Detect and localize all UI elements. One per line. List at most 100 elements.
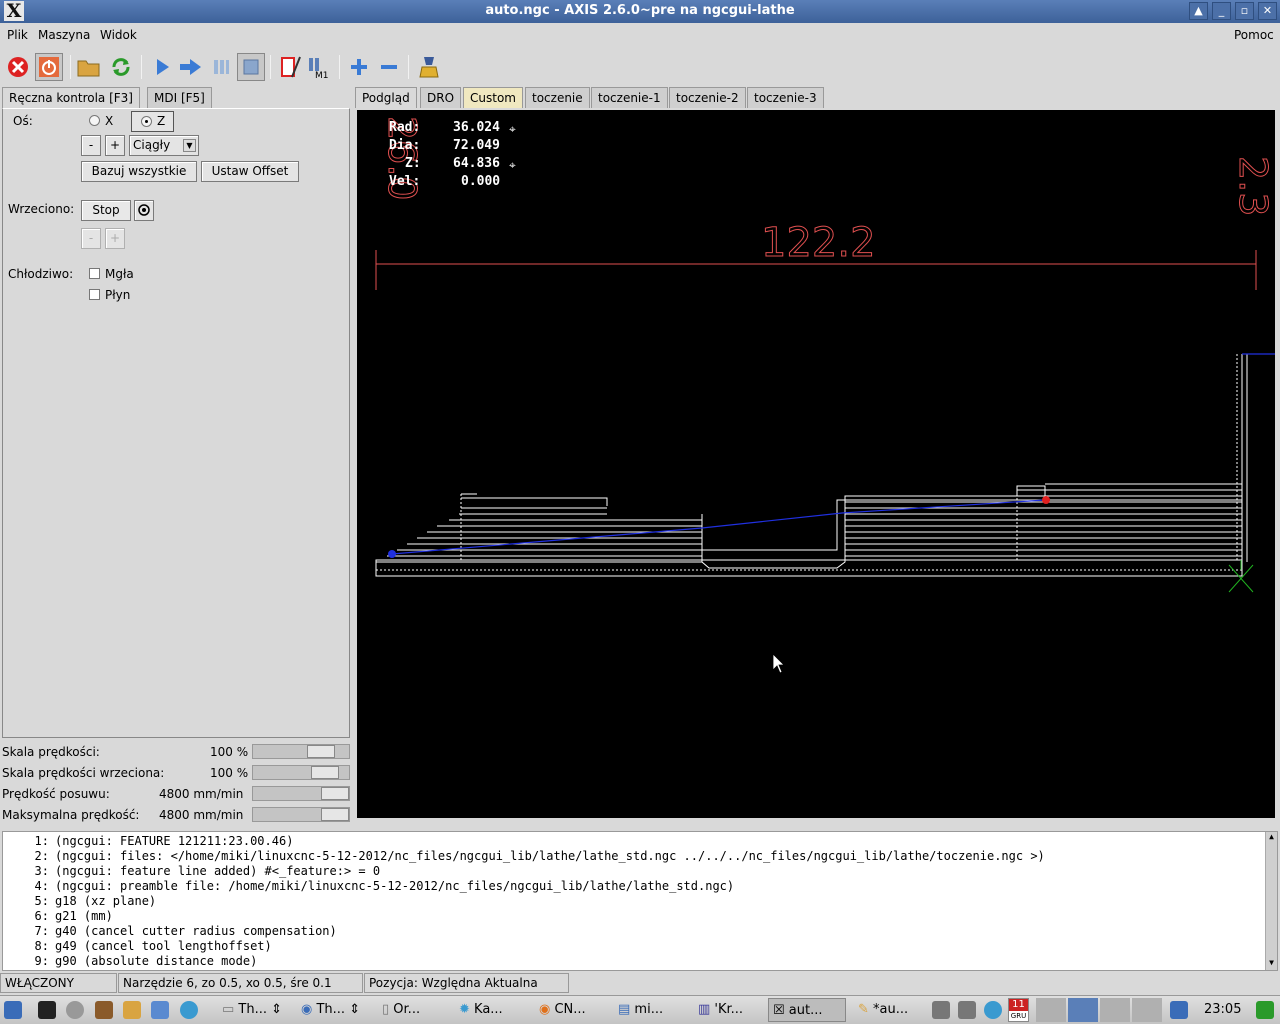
maximize-icon[interactable]: ▫ xyxy=(1235,2,1254,20)
task-button[interactable]: ▥ 'Kr... xyxy=(694,998,747,1022)
menu-view[interactable]: Widok xyxy=(100,28,137,42)
listing-line[interactable]: 7: g40 (cancel cutter radius compensation… xyxy=(3,924,337,939)
open-file-icon[interactable] xyxy=(75,53,103,81)
toolpath-canvas[interactable]: 122.2 26.0 2.3 xyxy=(357,110,1275,818)
shade-up-icon[interactable]: ▲ xyxy=(1189,2,1208,20)
max-velocity-slider[interactable] xyxy=(252,807,350,822)
spindle-faster-button[interactable]: + xyxy=(105,228,125,249)
zoom-in-icon[interactable] xyxy=(345,53,373,81)
feed-override-slider[interactable] xyxy=(252,744,350,759)
listing-line[interactable]: 6: g21 (mm) xyxy=(3,909,113,924)
window-titlebar[interactable]: X auto.ngc - AXIS 2.6.0~pre na ngcgui-la… xyxy=(0,0,1280,23)
tab-dro[interactable]: DRO xyxy=(420,87,462,108)
start-menu-icon[interactable] xyxy=(4,1001,22,1019)
home-all-button[interactable]: Bazuj wszystkie xyxy=(81,161,197,182)
task-button-active[interactable]: ☒ aut... xyxy=(768,998,846,1022)
jog-mode-select[interactable]: Ciągły ▼ xyxy=(129,135,199,156)
gcode-listing[interactable]: 1: (ngcgui: FEATURE 121211:23.00.46) 2: (n… xyxy=(2,831,1278,971)
menu-help[interactable]: Pomoc xyxy=(1234,28,1274,42)
optional-stop-icon[interactable]: M1 xyxy=(305,53,333,81)
network-icon[interactable] xyxy=(932,1001,950,1019)
jog-minus-button[interactable]: - xyxy=(81,135,101,156)
workspace-1[interactable] xyxy=(1036,998,1066,1022)
terminal-icon[interactable] xyxy=(38,1001,56,1019)
tools-icon[interactable] xyxy=(95,1001,113,1019)
flood-checkbox[interactable] xyxy=(89,289,100,300)
tab-preview[interactable]: Podgląd xyxy=(355,87,417,109)
flood-label[interactable]: Płyn xyxy=(105,288,130,302)
task-button[interactable]: ◉ CN... xyxy=(535,998,590,1022)
tab-mdi[interactable]: MDI [F5] xyxy=(147,87,212,108)
spindle-slower-button[interactable]: - xyxy=(81,228,101,249)
set-offset-button[interactable]: Ustaw Offset xyxy=(201,161,299,182)
tab-toczenie-3[interactable]: toczenie-3 xyxy=(747,87,824,108)
spindle-stop-button[interactable]: Stop xyxy=(81,200,131,221)
listing-line[interactable]: 2: (ngcgui: files: </home/miki/linuxcnc-5… xyxy=(3,849,1045,864)
estop-icon[interactable] xyxy=(4,53,32,81)
toolpath-preview[interactable]: 122.2 26.0 2.3 Rad: 36.024 Dia: 72.049 Z… xyxy=(355,108,1277,820)
minimize-icon[interactable]: _ xyxy=(1212,2,1231,20)
zoom-out-icon[interactable] xyxy=(375,53,403,81)
listing-line[interactable]: 1: (ngcgui: FEATURE 121211:23.00.46) xyxy=(3,834,294,849)
slider-thumb[interactable] xyxy=(311,766,339,779)
task-button[interactable]: ✎ *au... xyxy=(854,998,912,1022)
logout-icon[interactable] xyxy=(1256,1001,1274,1019)
listing-line[interactable]: 3: (ngcgui: feature line added) #<_featur… xyxy=(3,864,381,879)
mist-checkbox[interactable] xyxy=(89,268,100,279)
workspace-3[interactable] xyxy=(1100,998,1130,1022)
menu-file[interactable]: Plik xyxy=(7,28,28,42)
axis-x-radio[interactable] xyxy=(89,115,100,126)
slider-thumb[interactable] xyxy=(321,808,349,821)
task-button[interactable]: ▯ Or... xyxy=(378,998,424,1022)
listing-scrollbar[interactable]: ▲ ▼ xyxy=(1265,832,1277,970)
tab-manual-control[interactable]: Ręczna kontrola [F3] xyxy=(2,87,140,109)
clear-backplot-icon[interactable] xyxy=(416,53,444,81)
calendar-icon[interactable]: 11 GRU xyxy=(1008,998,1029,1022)
scroll-up-icon[interactable]: ▲ xyxy=(1266,832,1277,844)
cnc-icon[interactable] xyxy=(123,1001,141,1019)
spindle-brake-button[interactable] xyxy=(134,200,154,221)
listing-line[interactable]: 4: (ngcgui: preamble file: /home/miki/lin… xyxy=(3,879,735,894)
volume-icon[interactable] xyxy=(958,1001,976,1019)
stop-program-icon[interactable] xyxy=(237,53,265,81)
slider-thumb[interactable] xyxy=(321,787,349,800)
tab-custom[interactable]: Custom xyxy=(463,87,523,108)
pause-icon[interactable] xyxy=(207,53,235,81)
tab-toczenie-1[interactable]: toczenie-1 xyxy=(591,87,668,108)
reload-icon[interactable] xyxy=(107,53,135,81)
chart-icon[interactable] xyxy=(151,1001,169,1019)
mist-label[interactable]: Mgła xyxy=(105,267,134,281)
settings-icon[interactable] xyxy=(66,1001,84,1019)
axis-z-label[interactable]: Z xyxy=(157,114,165,128)
workspace-4[interactable] xyxy=(1132,998,1162,1022)
jog-plus-button[interactable]: + xyxy=(105,135,125,156)
axis-z-radio[interactable] xyxy=(141,116,152,127)
tab-toczenie[interactable]: toczenie xyxy=(525,87,590,108)
axis-x-label[interactable]: X xyxy=(105,114,113,128)
listing-line[interactable]: 8: g49 (cancel tool lengthoffset) xyxy=(3,939,272,954)
dropdown-arrow-icon[interactable]: ▼ xyxy=(183,139,196,152)
tray-app-icon[interactable] xyxy=(1170,1001,1188,1019)
step-icon[interactable] xyxy=(177,53,205,81)
scroll-down-icon[interactable]: ▼ xyxy=(1266,958,1277,970)
spindle-override-slider[interactable] xyxy=(252,765,350,780)
listing-line[interactable]: 9: g90 (absolute distance mode) xyxy=(3,954,258,969)
slider-thumb[interactable] xyxy=(307,745,335,758)
axis-z-option[interactable]: Z xyxy=(131,111,174,132)
jog-speed-slider[interactable] xyxy=(252,786,350,801)
menu-machine[interactable]: Maszyna xyxy=(38,28,90,42)
listing-line[interactable]: 5: g18 (xz plane) xyxy=(3,894,157,909)
clock[interactable]: 23:05 xyxy=(1204,1002,1241,1017)
tab-toczenie-2[interactable]: toczenie-2 xyxy=(669,87,746,108)
task-button[interactable]: ◉ Th... ⇕ xyxy=(297,998,364,1022)
task-button[interactable]: ✹ Ka... xyxy=(455,998,507,1022)
machine-power-icon[interactable] xyxy=(35,53,63,81)
weather-icon[interactable] xyxy=(984,1001,1002,1019)
block-delete-icon[interactable] xyxy=(276,53,304,81)
task-button[interactable]: ▤ mi... xyxy=(614,998,667,1022)
run-icon[interactable] xyxy=(148,53,176,81)
task-button[interactable]: ▭ Th... ⇕ xyxy=(218,998,286,1022)
close-window-icon[interactable]: ✕ xyxy=(1258,2,1277,20)
workspace-2[interactable] xyxy=(1068,998,1098,1022)
browser-icon[interactable] xyxy=(180,1001,198,1019)
